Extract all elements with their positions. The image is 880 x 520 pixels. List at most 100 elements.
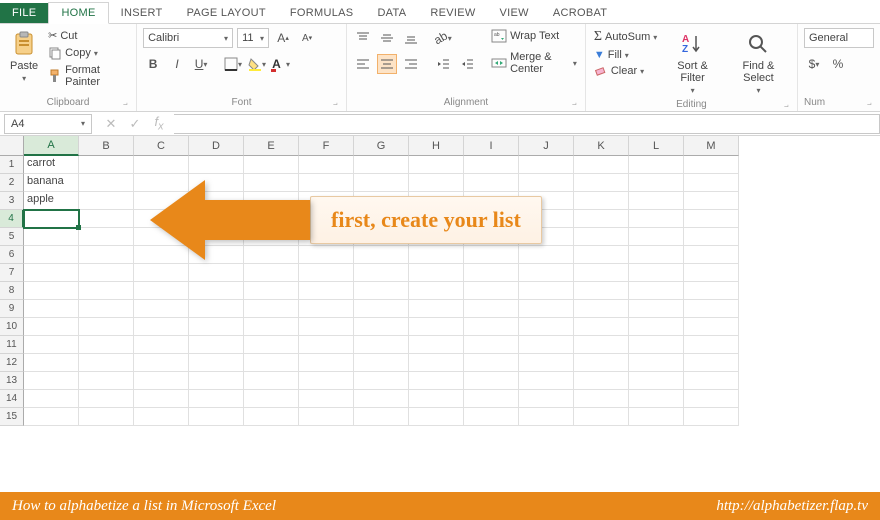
cell[interactable]: [519, 282, 574, 300]
currency-button[interactable]: $▾: [804, 54, 824, 74]
cell[interactable]: [79, 408, 134, 426]
cell[interactable]: [79, 156, 134, 174]
cell[interactable]: [134, 210, 189, 228]
clear-button[interactable]: Clear▾: [592, 64, 659, 78]
tab-review[interactable]: REVIEW: [418, 3, 487, 23]
column-header[interactable]: K: [574, 136, 629, 156]
formula-input[interactable]: [174, 114, 880, 134]
increase-font-button[interactable]: A▴: [273, 28, 293, 48]
copy-button[interactable]: Copy ▾: [46, 45, 130, 61]
cell[interactable]: [24, 372, 79, 390]
tab-page-layout[interactable]: PAGE LAYOUT: [175, 3, 278, 23]
cell[interactable]: [629, 408, 684, 426]
cell[interactable]: [684, 246, 739, 264]
cell[interactable]: [354, 354, 409, 372]
tab-file[interactable]: FILE: [0, 3, 48, 23]
cell[interactable]: [189, 210, 244, 228]
cell[interactable]: [189, 408, 244, 426]
cell[interactable]: [24, 318, 79, 336]
fx-button[interactable]: fx: [148, 114, 170, 134]
cell[interactable]: [354, 156, 409, 174]
cell[interactable]: [629, 318, 684, 336]
cell[interactable]: [189, 246, 244, 264]
column-header[interactable]: E: [244, 136, 299, 156]
cell[interactable]: [134, 354, 189, 372]
cell[interactable]: [464, 336, 519, 354]
cell[interactable]: [299, 354, 354, 372]
cell[interactable]: [79, 192, 134, 210]
align-middle-button[interactable]: [377, 28, 397, 48]
column-header[interactable]: F: [299, 136, 354, 156]
orientation-button[interactable]: ab▾: [433, 28, 453, 48]
fill-color-button[interactable]: ▾: [247, 54, 267, 74]
font-size-combo[interactable]: 11▾: [237, 28, 269, 48]
cell[interactable]: [409, 336, 464, 354]
cell[interactable]: [24, 300, 79, 318]
cell[interactable]: [244, 210, 299, 228]
column-header[interactable]: M: [684, 136, 739, 156]
cell[interactable]: [574, 282, 629, 300]
wrap-text-button[interactable]: ab Wrap Text: [489, 28, 579, 44]
cell[interactable]: [629, 210, 684, 228]
tab-insert[interactable]: INSERT: [109, 3, 175, 23]
cell[interactable]: [409, 282, 464, 300]
row-header[interactable]: 4: [0, 210, 24, 228]
cell[interactable]: [629, 192, 684, 210]
cell[interactable]: [409, 192, 464, 210]
cell[interactable]: [409, 390, 464, 408]
cell[interactable]: [134, 318, 189, 336]
number-format-combo[interactable]: General: [804, 28, 874, 48]
column-header[interactable]: D: [189, 136, 244, 156]
cell[interactable]: [189, 318, 244, 336]
decrease-font-button[interactable]: A▾: [297, 28, 317, 48]
select-all-corner[interactable]: [0, 136, 24, 156]
cell[interactable]: [574, 156, 629, 174]
cell[interactable]: [189, 264, 244, 282]
cell[interactable]: [354, 318, 409, 336]
cell[interactable]: [684, 210, 739, 228]
cell[interactable]: [134, 174, 189, 192]
cell[interactable]: [519, 156, 574, 174]
cell[interactable]: [354, 210, 409, 228]
cell[interactable]: [134, 390, 189, 408]
cell[interactable]: [299, 372, 354, 390]
cell[interactable]: [299, 192, 354, 210]
font-color-button[interactable]: A▾: [271, 54, 291, 74]
column-header[interactable]: I: [464, 136, 519, 156]
cell[interactable]: [464, 354, 519, 372]
cell[interactable]: [79, 174, 134, 192]
cell[interactable]: [629, 174, 684, 192]
cell[interactable]: [79, 264, 134, 282]
cell[interactable]: [629, 354, 684, 372]
cell[interactable]: [574, 264, 629, 282]
column-header[interactable]: H: [409, 136, 464, 156]
cell[interactable]: [519, 354, 574, 372]
cell[interactable]: [464, 408, 519, 426]
column-header[interactable]: A: [24, 136, 79, 156]
cell[interactable]: [409, 354, 464, 372]
row-header[interactable]: 13: [0, 372, 24, 390]
bold-button[interactable]: B: [143, 54, 163, 74]
row-header[interactable]: 6: [0, 246, 24, 264]
cell[interactable]: [24, 282, 79, 300]
tab-data[interactable]: DATA: [365, 3, 418, 23]
cell[interactable]: [684, 192, 739, 210]
cell[interactable]: [134, 264, 189, 282]
cell[interactable]: [24, 408, 79, 426]
cell[interactable]: [464, 192, 519, 210]
cell[interactable]: [299, 336, 354, 354]
cell[interactable]: [409, 174, 464, 192]
italic-button[interactable]: I: [167, 54, 187, 74]
cell[interactable]: [519, 336, 574, 354]
cell[interactable]: [464, 228, 519, 246]
cell[interactable]: [464, 390, 519, 408]
cell[interactable]: [629, 264, 684, 282]
merge-center-button[interactable]: Merge & Center ▾: [489, 50, 579, 76]
cell[interactable]: [189, 174, 244, 192]
cell[interactable]: [299, 246, 354, 264]
cell[interactable]: [409, 246, 464, 264]
format-painter-button[interactable]: Format Painter: [46, 63, 130, 89]
cell[interactable]: [354, 192, 409, 210]
cell[interactable]: [519, 210, 574, 228]
cell[interactable]: [574, 408, 629, 426]
